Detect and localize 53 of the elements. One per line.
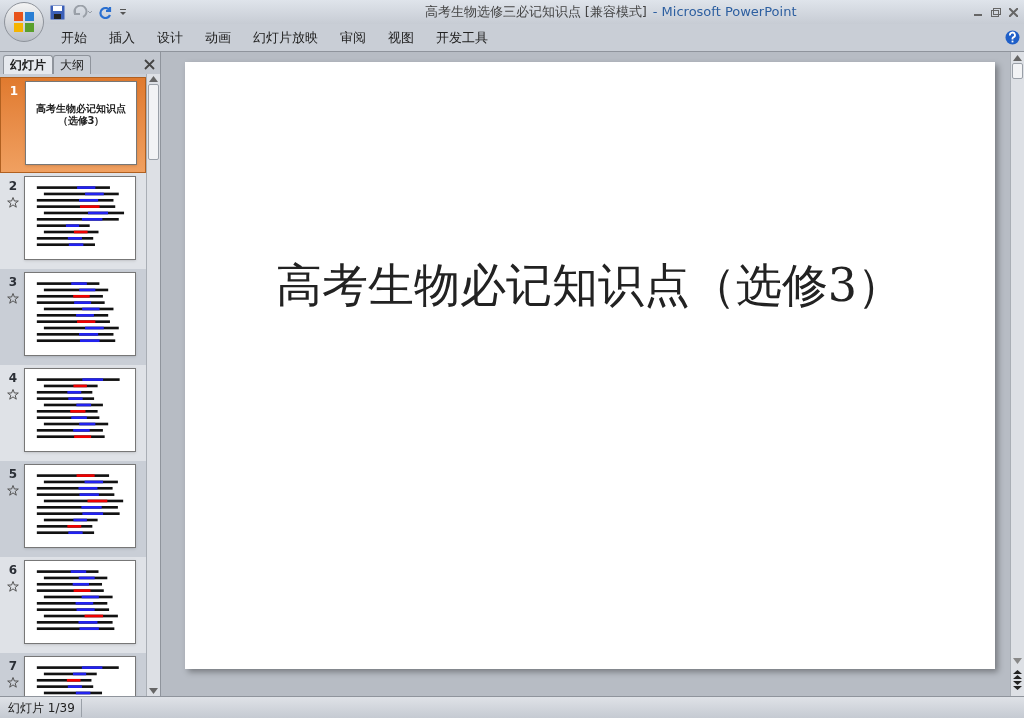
- slide-thumbnail-row[interactable]: 6: [0, 557, 146, 653]
- window-title: 高考生物选修三必记知识点 [兼容模式]: [424, 3, 647, 22]
- slide-number: 7: [8, 658, 18, 675]
- ribbon-tab[interactable]: 开始: [50, 25, 98, 50]
- ribbon-tab[interactable]: 插入: [98, 25, 146, 50]
- ribbon-tab[interactable]: 审阅: [329, 25, 377, 50]
- customize-dropdown-icon[interactable]: [119, 8, 127, 16]
- animation-star-icon: [7, 197, 19, 208]
- slide-thumbnail-row[interactable]: 1 高考生物必记知识点（选修3）: [0, 77, 146, 173]
- slide-thumbnail[interactable]: 高考生物必记知识点（选修3）: [25, 81, 137, 165]
- pane-tab[interactable]: 大纲: [53, 55, 91, 74]
- slide-number: 2: [8, 178, 18, 195]
- app-name: - Microsoft PowerPoint: [652, 3, 797, 22]
- close-icon[interactable]: [144, 59, 155, 70]
- scroll-thumb[interactable]: [148, 84, 159, 160]
- save-icon[interactable]: [50, 4, 65, 20]
- previous-slide-icon[interactable]: [1013, 670, 1022, 679]
- vertical-scrollbar[interactable]: [1010, 52, 1024, 696]
- redo-icon[interactable]: [99, 5, 113, 19]
- slide-number: 6: [8, 562, 18, 579]
- slide-number: 1: [9, 83, 19, 100]
- animation-star-icon: [7, 389, 19, 400]
- scroll-up-icon[interactable]: [1013, 55, 1022, 61]
- office-button[interactable]: [4, 2, 44, 42]
- restore-icon[interactable]: [991, 7, 1001, 17]
- animation-star-icon: [7, 485, 19, 496]
- slide-number: 4: [8, 370, 18, 387]
- ribbon-tab[interactable]: 幻灯片放映: [242, 25, 329, 50]
- ribbon-tab[interactable]: 开发工具: [425, 25, 499, 50]
- animation-star-icon: [7, 581, 19, 592]
- ribbon-tab[interactable]: 视图: [377, 25, 425, 50]
- office-logo-icon: [12, 10, 36, 34]
- ribbon-tab[interactable]: 动画: [194, 25, 242, 50]
- vertical-scrollbar[interactable]: [146, 74, 160, 696]
- scroll-up-icon[interactable]: [149, 76, 158, 82]
- help-icon[interactable]: [1005, 30, 1020, 45]
- animation-star-icon: [7, 293, 19, 304]
- slide-number: 5: [8, 466, 18, 483]
- pane-tab[interactable]: 幻灯片: [3, 55, 53, 74]
- slide-canvas[interactable]: 高考生物必记知识点（选修3）: [184, 62, 995, 669]
- slide-thumbnail-row[interactable]: 4: [0, 365, 146, 461]
- scroll-thumb[interactable]: [1012, 63, 1023, 79]
- scroll-down-icon[interactable]: [1013, 658, 1022, 664]
- slide-title: 高考生物必记知识点（选修3）: [275, 257, 904, 314]
- next-slide-icon[interactable]: [1013, 681, 1022, 690]
- slide-counter: 幻灯片 1/39: [0, 698, 82, 717]
- scroll-down-icon[interactable]: [149, 688, 158, 694]
- ribbon-tab[interactable]: 设计: [146, 25, 194, 50]
- close-icon[interactable]: [1009, 7, 1018, 17]
- animation-star-icon: [7, 677, 19, 688]
- slide-thumbnail-row[interactable]: 2: [0, 173, 146, 269]
- thumbnail-title: 高考生物必记知识点（选修3）: [35, 103, 127, 127]
- slide-number: 3: [8, 274, 18, 291]
